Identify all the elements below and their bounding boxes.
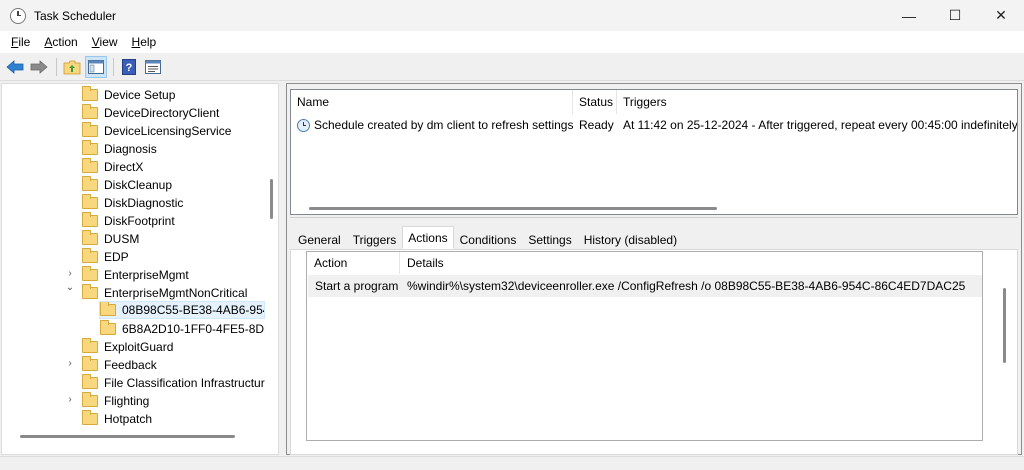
action-row-details: %windir%\system32\deviceenroller.exe /Co… [407,279,966,293]
tree-item-diskdiagnostic[interactable]: DiskDiagnostic [82,194,183,212]
folder-icon [82,122,98,137]
tab-history[interactable]: History (disabled) [577,229,684,249]
horizontal-splitter[interactable] [290,217,1018,223]
folder-icon [82,140,98,155]
forward-button[interactable] [28,56,50,78]
tree-item-flighting[interactable]: Flighting [82,392,149,410]
status-bar [0,456,1024,470]
task-list[interactable]: Name Status Triggers Schedule created by… [290,89,1018,215]
tab-triggers[interactable]: Triggers [346,229,403,249]
folder-up-icon [63,60,81,74]
back-button[interactable] [4,56,26,78]
title-bar: Task Scheduler — ☐ ✕ [0,0,1024,31]
tree-item-device-setup[interactable]: Device Setup [82,86,175,104]
help-icon: ? [122,58,136,75]
window-controls: — ☐ ✕ [886,0,1024,31]
show-hide-console-tree-icon [88,59,104,74]
folder-icon [82,104,98,119]
forward-arrow-icon [30,59,48,74]
task-scheduler-app-icon[interactable] [10,7,26,24]
help-button[interactable]: ? [118,56,140,78]
tab-actions[interactable]: Actions [402,226,454,249]
close-button[interactable]: ✕ [978,0,1024,31]
maximize-button[interactable]: ☐ [932,0,978,31]
toolbar-separator [113,57,114,76]
folder-icon [82,284,98,299]
task-list-horizontal-scrollbar[interactable] [309,207,717,210]
tree-item-diskcleanup[interactable]: DiskCleanup [82,176,172,194]
tab-conditions[interactable]: Conditions [453,229,523,249]
menu-view[interactable]: View [85,35,125,49]
tree-item-diagnosis[interactable]: Diagnosis [82,140,157,158]
back-arrow-icon [6,59,24,74]
action-row[interactable]: Start a program %windir%\system32\device… [308,275,982,297]
menu-bar: File Action View Help [0,31,1024,53]
folder-icon [82,392,98,407]
details-vertical-scrollbar[interactable] [1003,288,1006,363]
tree-item-hotpatch[interactable]: Hotpatch [82,410,152,428]
toolbar-separator [56,57,57,76]
properties-icon [145,59,161,74]
console-tree[interactable]: Device Setup DeviceDirectoryClient Devic… [1,83,279,455]
folder-icon [82,176,98,191]
up-one-level-button[interactable] [61,56,83,78]
folder-icon [100,302,116,316]
tree-item-file-classification-infrastructure[interactable]: File Classification Infrastructur [82,374,265,392]
menu-action[interactable]: Action [37,35,84,49]
folder-icon [82,194,98,209]
column-header-name[interactable]: Name [291,90,573,114]
folder-icon [82,356,98,371]
show-hide-console-tree-button[interactable] [85,55,107,78]
menu-help[interactable]: Help [125,35,164,49]
svg-text:?: ? [126,62,133,74]
column-header-action[interactable]: Action [307,252,400,274]
minimize-button[interactable]: — [886,0,932,31]
tree-item-08b98c55[interactable]: 08B98C55-BE38-4AB6-954C [99,301,265,319]
column-header-triggers[interactable]: Triggers [617,90,1017,114]
tree-item-edp[interactable]: EDP [82,248,129,266]
tab-settings[interactable]: Settings [522,229,578,249]
folder-icon [82,86,98,101]
folder-icon [82,374,98,389]
scheduled-task-icon [297,118,310,132]
tree-item-directx[interactable]: DirectX [82,158,143,176]
tree-item-dusm[interactable]: DUSM [82,230,139,248]
tree-vertical-scrollbar[interactable] [270,179,273,219]
tree-horizontal-scrollbar[interactable] [20,435,235,438]
folder-icon [82,410,98,425]
folder-icon [82,230,98,245]
tree-item-diskfootprint[interactable]: DiskFootprint [82,212,175,230]
tree-item-feedback[interactable]: Feedback [82,356,157,374]
tree-item-exploitguard[interactable]: ExploitGuard [82,338,173,356]
menu-file[interactable]: File [4,35,37,49]
collapse-chevron-icon[interactable]: ⌄ [65,282,75,293]
task-row-name[interactable]: Schedule created by dm client to refresh… [297,115,573,135]
toolbar: ? [0,53,1024,81]
expand-chevron-icon[interactable]: › [65,358,75,369]
task-properties-tabs: General Triggers Actions Conditions Sett… [292,226,684,249]
actions-list[interactable]: Action Details Start a program %windir%\… [306,251,983,441]
action-row-action: Start a program [315,279,399,293]
tree-item-devicedirectoryclient[interactable]: DeviceDirectoryClient [82,104,219,122]
properties-button[interactable] [142,56,164,78]
window-title: Task Scheduler [34,8,117,23]
tab-general[interactable]: General [292,229,347,249]
tree-item-devicelicensingservice[interactable]: DeviceLicensingService [82,122,231,140]
column-header-status[interactable]: Status [573,90,617,114]
tree-item-enterprisemgmt[interactable]: EnterpriseMgmt [82,266,189,284]
folder-icon [82,266,98,281]
folder-icon [82,338,98,353]
folder-icon [82,248,98,263]
folder-icon [82,158,98,173]
task-row-status[interactable]: Ready [579,115,614,135]
folder-icon [100,320,116,335]
task-row-triggers[interactable]: At 11:42 on 25-12-2024 - After triggered… [623,115,1017,135]
column-header-details[interactable]: Details [400,252,982,274]
expand-chevron-icon[interactable]: › [65,394,75,405]
expand-chevron-icon[interactable]: › [65,268,75,279]
tree-item-enterprisemgmtnoncritical[interactable]: EnterpriseMgmtNonCritical [82,284,247,302]
folder-icon [82,212,98,227]
tree-item-6b8a2d10[interactable]: 6B8A2D10-1FF0-4FE5-8DE4 [100,320,265,338]
